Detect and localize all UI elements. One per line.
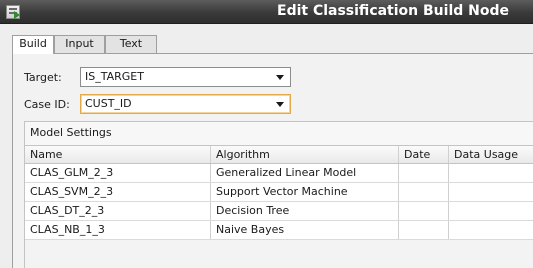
table-row[interactable]: CLAS_GLM_2_3 Generalized Linear Model — [25, 164, 533, 183]
table-empty-area — [25, 240, 533, 268]
window-title: Edit Classification Build Node — [277, 3, 509, 19]
model-settings-table: Name Algorithm Date Data Usage CLAS_GLM_… — [25, 145, 533, 268]
cell-algorithm: Generalized Linear Model — [211, 164, 399, 182]
cell-name: CLAS_NB_1_3 — [25, 221, 211, 239]
cell-date — [399, 202, 449, 220]
table-row[interactable]: CLAS_SVM_2_3 Support Vector Machine — [25, 183, 533, 202]
cell-name: CLAS_GLM_2_3 — [25, 164, 211, 182]
chevron-down-icon — [276, 102, 284, 107]
chevron-down-icon — [276, 75, 284, 80]
cell-date — [399, 164, 449, 182]
tab-text[interactable]: Text — [105, 35, 157, 53]
cell-data-usage — [449, 221, 533, 239]
target-select[interactable]: IS_TARGET — [80, 67, 291, 87]
title-bar: Edit Classification Build Node — [0, 0, 533, 24]
cell-name: CLAS_SVM_2_3 — [25, 183, 211, 201]
model-settings-title: Model Settings — [30, 126, 112, 139]
table-row[interactable]: CLAS_NB_1_3 Naive Bayes — [25, 221, 533, 240]
column-header-data-usage[interactable]: Data Usage — [449, 146, 533, 163]
target-label: Target: — [24, 71, 62, 84]
cell-algorithm: Support Vector Machine — [211, 183, 399, 201]
target-value: IS_TARGET — [85, 70, 144, 83]
build-node-icon — [6, 5, 20, 19]
caseid-select[interactable]: CUST_ID — [80, 94, 291, 114]
cell-data-usage — [449, 202, 533, 220]
caseid-label: Case ID: — [24, 98, 70, 111]
cell-data-usage — [449, 164, 533, 182]
table-row[interactable]: CLAS_DT_2_3 Decision Tree — [25, 202, 533, 221]
column-header-date[interactable]: Date — [399, 146, 449, 163]
cell-algorithm: Naive Bayes — [211, 221, 399, 239]
cell-name: CLAS_DT_2_3 — [25, 202, 211, 220]
cell-date — [399, 221, 449, 239]
caseid-value: CUST_ID — [85, 97, 132, 110]
column-header-algorithm[interactable]: Algorithm — [211, 146, 399, 163]
table-header: Name Algorithm Date Data Usage — [25, 146, 533, 164]
column-header-name[interactable]: Name — [25, 146, 211, 163]
cell-date — [399, 183, 449, 201]
cell-algorithm: Decision Tree — [211, 202, 399, 220]
build-panel: Target: IS_TARGET Case ID: CUST_ID Model… — [12, 53, 533, 268]
model-settings-group: Model Settings Name Algorithm Date Data … — [24, 121, 533, 268]
cell-data-usage — [449, 183, 533, 201]
tab-input[interactable]: Input — [54, 35, 105, 53]
tab-build[interactable]: Build — [12, 35, 54, 54]
